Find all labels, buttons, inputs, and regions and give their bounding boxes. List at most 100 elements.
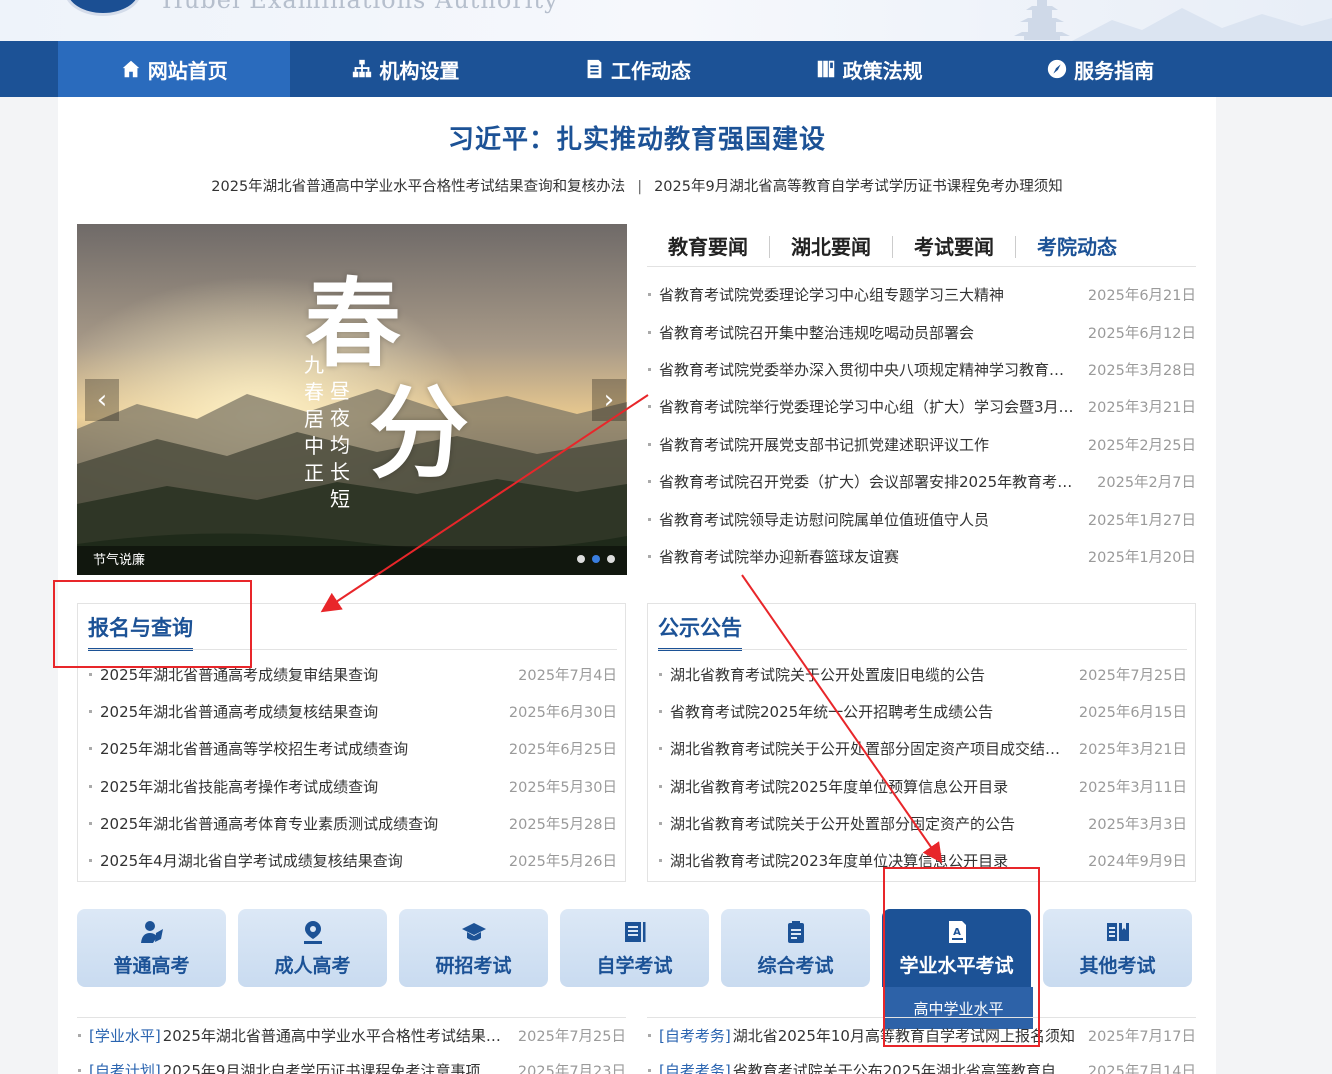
news-title[interactable]: 省教育考试院领导走访慰问院属单位值班值守人员 [659,509,1078,530]
carousel-dot[interactable] [607,555,615,563]
list-item[interactable]: 省教育考试院举行党委理论学习中心组（扩大）学习会暨3月份集中学习 2025年3月2… [647,388,1196,425]
item-title[interactable]: 湖北省教育考试院关于公开处置部分固定资产项目成交结果公告 [670,738,1069,759]
list-item[interactable]: 省教育考试院举办迎新春篮球友谊赛 2025年1月20日 [647,538,1196,575]
list-item[interactable]: 省教育考试院2025年统一公开招聘考生成绩公告 2025年6月15日 [658,693,1187,730]
category-comprehensive-button[interactable]: 综合考试 [721,909,870,987]
carousel-dot[interactable] [577,555,585,563]
list-item[interactable]: 2025年湖北省普通高等学校招生考试成绩查询 2025年6月25日 [88,730,617,767]
tab-education-news[interactable]: 教育要闻 [647,235,770,258]
item-title[interactable]: 2025年湖北省普通高中学业水平合格性考试结果查询和复核办法 [163,1027,508,1045]
list-item[interactable]: 湖北省教育考试院关于公开处置废旧电缆的公告 2025年7月25日 [658,656,1187,693]
list-item[interactable]: 湖北省教育考试院关于公开处置部分固定资产项目成交结果公告 2025年3月21日 [658,730,1187,767]
nav-organization-label: 机构设置 [379,58,460,83]
carousel-indicators [577,555,615,563]
item-link[interactable]: [自考计划] 2025年9月湖北自考学历证书课程免考注意事项 [89,1060,508,1074]
bullet [89,747,92,751]
item-tag[interactable]: [自考考务] [659,1062,731,1074]
news-title[interactable]: 省教育考试院开展党支部书记抓党建述职评议工作 [659,434,1078,455]
tab-authority-news[interactable]: 考院动态 [1016,236,1138,258]
bullet [648,1069,651,1072]
list-item[interactable]: 2025年湖北省技能高考操作考试成绩查询 2025年5月30日 [88,768,617,805]
bullet [659,859,662,863]
list-item[interactable]: 2025年湖北省普通高考体育专业素质测试成绩查询 2025年5月28日 [88,805,617,842]
item-title[interactable]: 2025年4月湖北省自学考试成绩复核结果查询 [100,850,499,871]
bullet [89,673,92,677]
category-graduate-button[interactable]: 研招考试 [399,909,548,987]
item-date: 2025年7月14日 [1087,1064,1196,1074]
tab-hubei-news[interactable]: 湖北要闻 [770,235,893,258]
item-date: 2025年3月11日 [1078,779,1187,796]
news-date: 2025年1月27日 [1087,512,1196,529]
item-title[interactable]: 2025年9月湖北自考学历证书课程免考注意事项 [163,1062,481,1074]
nav-policy[interactable]: 政策法规 [753,41,985,97]
item-title[interactable]: 湖北省教育考试院关于公开处置废旧电缆的公告 [670,664,1069,685]
nav-home[interactable]: 网站首页 [58,41,290,97]
list-item[interactable]: [学业水平]2025年湖北省普通高中学业水平合格性考试结果查询和复核办法2025… [77,1018,626,1053]
item-title[interactable]: 2025年湖北省普通高等学校招生考试成绩查询 [100,738,499,759]
list-item[interactable]: 省教育考试院领导走访慰问院属单位值班值守人员 2025年1月27日 [647,500,1196,537]
carousel-prev-button[interactable]: ‹ [85,379,119,421]
list-item[interactable]: 省教育考试院召开党委（扩大）会议部署安排2025年教育考试工作 2025年2月7日 [647,463,1196,500]
news-title[interactable]: 省教育考试院党委理论学习中心组专题学习三大精神 [659,284,1078,305]
nav-policy-label: 政策法规 [842,58,923,83]
subhead-link-1[interactable]: 2025年湖北省普通高中学业水平合格性考试结果查询和复核办法 [211,179,625,195]
item-date: 2025年5月30日 [508,779,617,796]
divider [658,649,1187,650]
announcements-title[interactable]: 公示公告 [658,612,742,651]
item-title[interactable]: 湖北省教育考试院关于公开处置部分固定资产的公告 [670,813,1078,834]
item-date: 2025年3月3日 [1088,816,1187,833]
item-title[interactable]: 2025年湖北省普通高考体育专业素质测试成绩查询 [100,813,499,834]
bullet [89,859,92,863]
bullet [659,710,662,714]
news-date: 2025年2月25日 [1087,437,1196,454]
bullet [648,517,651,521]
carousel-caption[interactable]: 节气说廉 [77,546,627,575]
nav-organization[interactable]: 机构设置 [290,41,522,97]
news-carousel[interactable]: 春 分 九春居中正 昼夜均长短 ‹ › 节气说廉 [77,224,627,575]
category-other-button[interactable]: 其他考试 [1043,909,1192,987]
list-item[interactable]: [自考考务] 省教育考试院关于公布2025年湖北省高等教育自学考试 2025年7月1… [647,1053,1196,1074]
item-tag[interactable]: [学业水平] [89,1027,161,1045]
list-item[interactable]: 2025年湖北省普通高考成绩复核结果查询 2025年6月30日 [88,693,617,730]
news-title[interactable]: 省教育考试院党委举办深入贯彻中央八项规定精神学习教育读书班 [659,359,1078,380]
item-link[interactable]: [自考考务] 省教育考试院关于公布2025年湖北省高等教育自学考试 [659,1060,1078,1074]
org-chart-icon [353,59,372,78]
carousel-next-button[interactable]: › [592,379,626,421]
item-tag[interactable]: [自考计划] [89,1062,161,1074]
item-title[interactable]: 2025年湖北省普通高考成绩复核结果查询 [100,701,499,722]
graduation-cap-icon [461,922,486,940]
category-gaokao-button[interactable]: 普通高考 [77,909,226,987]
bullet [648,367,651,371]
subhead-link-2[interactable]: 2025年9月湖北省高等教育自学考试学历证书课程免考办理须知 [654,179,1063,195]
tab-exam-news[interactable]: 考试要闻 [893,235,1016,258]
list-item[interactable]: 2025年4月湖北省自学考试成绩复核结果查询 2025年5月26日 [88,842,617,879]
list-item[interactable]: 湖北省教育考试院关于公开处置部分固定资产的公告 2025年3月3日 [658,805,1187,842]
news-title[interactable]: 省教育考试院举办迎新春篮球友谊赛 [659,546,1078,567]
nav-work-news[interactable]: 工作动态 [521,41,753,97]
news-title[interactable]: 省教育考试院召开集中整治违规吃喝动员部署会 [659,322,1078,343]
item-title[interactable]: 湖北省教育考试院2025年度单位预算信息公开目录 [670,776,1069,797]
headline-link[interactable]: 习近平：扎实推动教育强国建设 [58,119,1216,156]
item-date: 2025年6月15日 [1078,705,1187,722]
carousel-dot-active[interactable] [592,555,600,563]
annotation-highlight-academic-level [883,867,1040,1047]
bullet [78,1069,81,1072]
item-tag[interactable]: [自考考务] [659,1027,731,1045]
item-title[interactable]: 2025年湖北省技能高考操作考试成绩查询 [100,776,499,797]
news-title[interactable]: 省教育考试院召开党委（扩大）会议部署安排2025年教育考试工作 [659,471,1087,492]
list-item[interactable]: [自考计划] 2025年9月湖北自考学历证书课程免考注意事项 2025年7月23日 [77,1053,626,1074]
item-title[interactable]: 省教育考试院关于公布2025年湖北省高等教育自学考试 [733,1062,1078,1074]
main-nav: 网站首页 机构设置 工作动态 政策法规 服务指南 [0,41,1332,97]
nav-service-guide[interactable]: 服务指南 [984,41,1216,97]
list-item[interactable]: 省教育考试院开展党支部书记抓党建述职评议工作 2025年2月25日 [647,426,1196,463]
category-self-study-button[interactable]: 自学考试 [560,909,709,987]
list-item[interactable]: 省教育考试院党委理论学习中心组专题学习三大精神 2025年6月21日 [647,276,1196,313]
news-title[interactable]: 省教育考试院举行党委理论学习中心组（扩大）学习会暨3月份集中学习 [659,396,1078,417]
list-item[interactable]: 省教育考试院召开集中整治违规吃喝动员部署会 2025年6月12日 [647,313,1196,350]
category-adult-gaokao-button[interactable]: 成人高考 [238,909,387,987]
list-item[interactable]: 湖北省教育考试院2025年度单位预算信息公开目录 2025年3月11日 [658,768,1187,805]
item-link[interactable]: [学业水平]2025年湖北省普通高中学业水平合格性考试结果查询和复核办法 [89,1025,508,1046]
bullet [648,480,651,484]
item-title[interactable]: 省教育考试院2025年统一公开招聘考生成绩公告 [670,701,1069,722]
list-item[interactable]: 省教育考试院党委举办深入贯彻中央八项规定精神学习教育读书班 2025年3月28日 [647,351,1196,388]
